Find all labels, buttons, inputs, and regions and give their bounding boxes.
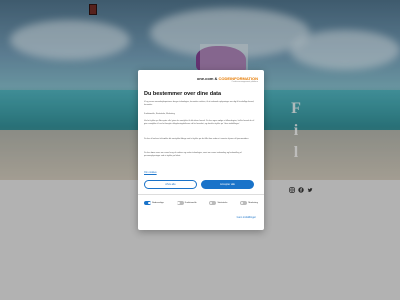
toggle-switch[interactable]: [209, 201, 217, 205]
dialog-title: Du bestemmer over dine data: [144, 91, 222, 97]
toggle-marketing[interactable]: Marketing: [240, 201, 258, 205]
body-text: Du kan læse mere om vores brug af cookie…: [144, 152, 242, 157]
reject-all-button[interactable]: Afvis alle: [144, 180, 197, 189]
cookie-consent-dialog: one.com & CODEINFORMATION Cookie-managem…: [138, 70, 264, 230]
consent-brand: one.com & CODEINFORMATION Cookie-managem…: [197, 76, 258, 83]
toggle-switch[interactable]: [144, 201, 151, 205]
toggle-switch[interactable]: [176, 201, 184, 205]
toggle-statistics[interactable]: Statistiske: [209, 201, 227, 205]
intro-text: Vi og vores samarbejdspartnere bruger te…: [144, 101, 255, 106]
toggle-switch[interactable]: [240, 201, 248, 205]
toggle-necessary[interactable]: Nødvendige: [144, 201, 164, 205]
divider: [138, 194, 264, 195]
toggle-label: Funktionelle: [184, 202, 197, 204]
purposes-text: Funktionelle, Statistiske, Marketing: [144, 113, 175, 115]
toggle-label: Marketing: [248, 202, 258, 204]
save-settings-link[interactable]: Gem indstillinger: [237, 216, 256, 219]
toggle-functional[interactable]: Funktionelle: [176, 201, 197, 205]
about-cookies-link[interactable]: Om cookies: [144, 171, 157, 174]
toggle-label: Statistiske: [217, 202, 228, 204]
toggle-label: Nødvendige: [152, 202, 164, 204]
consent-toggles: Nødvendige Funktionelle Statistiske Mark…: [144, 200, 258, 206]
brand-name: one.com &: [196, 76, 219, 81]
body-text: Du kan til enhver tid trække dit samtykk…: [144, 138, 249, 140]
body-text: Ved at trykke på 'Accepter alle' giver d…: [144, 120, 255, 125]
accept-all-button[interactable]: Accepter alle: [201, 180, 254, 189]
brand-subtitle: Cookie-management platform: [231, 81, 258, 83]
